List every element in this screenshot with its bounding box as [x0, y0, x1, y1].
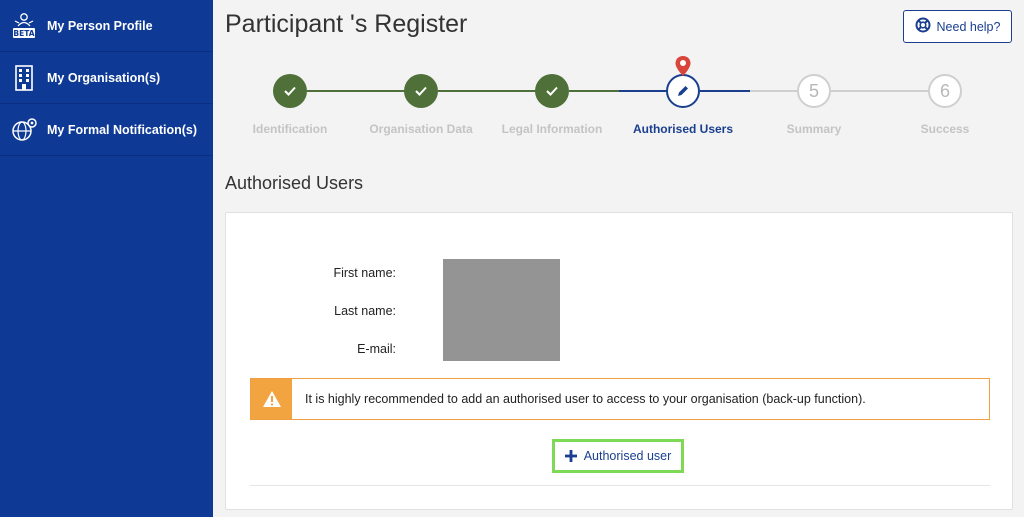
warning-alert: It is highly recommended to add an autho…: [250, 378, 990, 420]
need-help-button[interactable]: Need help?: [903, 10, 1012, 43]
beta-badge: BETA: [13, 29, 34, 38]
section-title: Authorised Users: [225, 173, 364, 193]
add-authorised-user-label: Authorised user: [583, 449, 672, 463]
add-authorised-user-button[interactable]: Authorised user: [552, 439, 684, 473]
email-label: E-mail:: [357, 342, 396, 356]
checkmark-icon: [546, 86, 558, 96]
checkmark-icon: [415, 86, 427, 96]
warning-text: It is highly recommended to add an autho…: [305, 392, 866, 406]
warning-icon: [251, 379, 292, 419]
step-organisation-data: [404, 74, 438, 108]
checkmark-icon: [284, 86, 296, 96]
building-icon: [0, 64, 47, 91]
step-legal-information: [535, 74, 569, 108]
step-label-legal-information: Legal Information: [501, 122, 603, 136]
plus-icon: [564, 450, 577, 462]
authorised-users-card: First name: Last name: E-mail: It is hig…: [225, 212, 1013, 510]
page-title: Participant 's Register: [225, 10, 468, 38]
step-label-success: Success: [920, 122, 970, 136]
globe-gear-icon: [0, 117, 47, 143]
divider: [250, 485, 990, 486]
step-success: 6: [928, 74, 962, 108]
step-label-identification: Identification: [252, 122, 328, 136]
redacted-user-values: [443, 259, 560, 361]
sidebar-item-label: My Formal Notification(s): [47, 122, 198, 137]
need-help-label: Need help?: [936, 19, 1001, 34]
sidebar-item-label: My Organisation(s): [47, 70, 161, 85]
lifebuoy-icon: [915, 17, 931, 36]
step-identification: [273, 74, 307, 108]
step-authorised-users: [666, 74, 700, 108]
step-label-organisation-data: Organisation Data: [369, 122, 473, 136]
first-name-label: First name:: [333, 266, 396, 280]
beta-profile-icon: BETA: [0, 12, 47, 40]
sidebar: BETA My Person Profile My Organisation(s…: [0, 0, 213, 517]
pencil-icon: [678, 86, 688, 96]
main-content: Participant 's Register Need help? 5 6 I…: [213, 0, 1024, 517]
sidebar-item-person-profile[interactable]: BETA My Person Profile: [0, 0, 213, 52]
step-connector: [569, 90, 619, 92]
map-pin-icon: [675, 56, 691, 76]
sidebar-item-formal-notifications[interactable]: My Formal Notification(s): [0, 104, 213, 156]
step-connector: [700, 90, 750, 92]
step-label-summary: Summary: [786, 122, 842, 136]
last-name-label: Last name:: [334, 304, 396, 318]
step-label-authorised-users: Authorised Users: [632, 122, 734, 136]
sidebar-item-organisations[interactable]: My Organisation(s): [0, 52, 213, 104]
sidebar-item-label: My Person Profile: [47, 18, 153, 33]
step-summary: 5: [797, 74, 831, 108]
progress-stepper: 5 6 Identification Organisation Data Leg…: [213, 55, 1024, 145]
